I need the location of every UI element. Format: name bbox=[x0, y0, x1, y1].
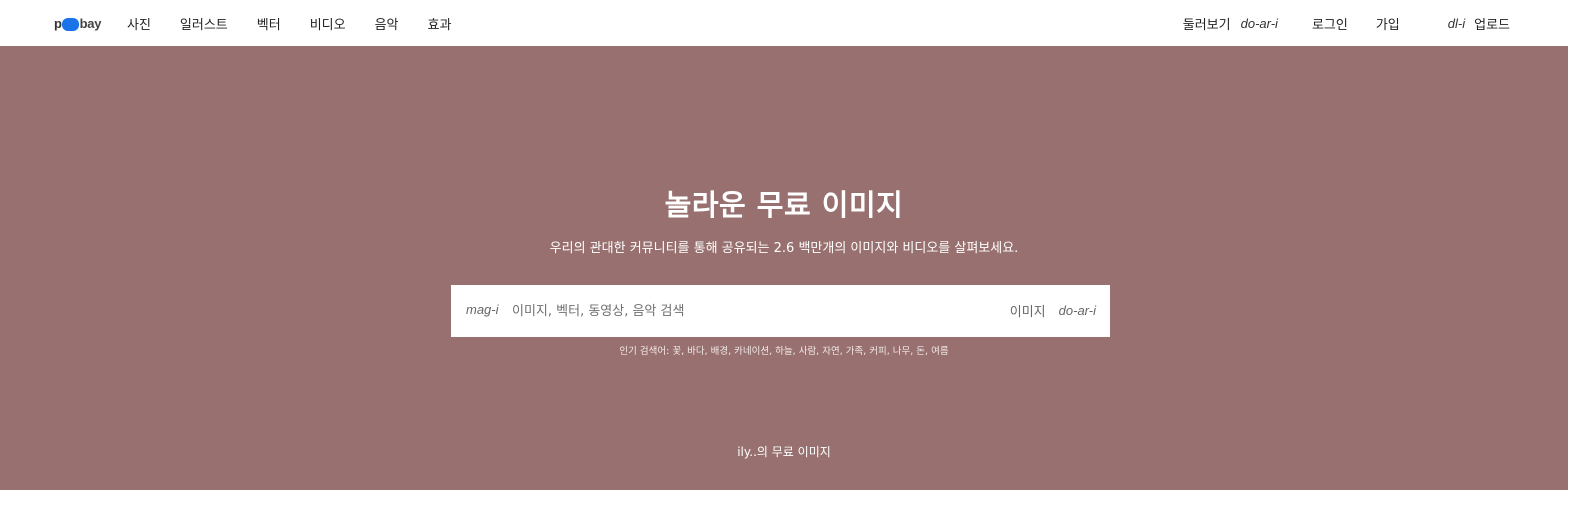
top-navigation-bar: p bay 사진 일러스트 벡터 비디오 음악 효과 둘러보기 do-ar-i 로… bbox=[0, 0, 1583, 46]
search-type-label: 이미지 bbox=[1009, 305, 1046, 320]
explore-menu-button[interactable]: 둘러보기 do-ar-i bbox=[1183, 14, 1278, 33]
join-link[interactable]: 가입 bbox=[1376, 14, 1400, 33]
search-icon[interactable]: mag-i bbox=[466, 302, 499, 317]
media-type-nav: 사진 일러스트 벡터 비디오 음악 효과 bbox=[127, 0, 480, 46]
upload-button[interactable]: dl-i 업로드 bbox=[1448, 14, 1510, 33]
explore-label: 둘러보기 bbox=[1182, 17, 1231, 33]
search-bar: mag-i 이미지 do-ar-i bbox=[451, 285, 1110, 337]
logo-text-start: p bbox=[54, 15, 62, 31]
logo-mark-icon bbox=[61, 17, 79, 31]
nav-vectors-link[interactable]: 벡터 bbox=[257, 14, 281, 33]
search-input[interactable] bbox=[512, 298, 982, 324]
logo-text-end: bay bbox=[79, 15, 102, 31]
popular-searches[interactable]: 인기 검색어: 꽃, 바다, 배경, 카네이션, 하늘, 사람, 자연, 가족,… bbox=[0, 343, 1568, 357]
upload-label: 업로드 bbox=[1474, 17, 1510, 33]
account-nav: 둘러보기 do-ar-i 로그인 가입 dl-i 업로드 bbox=[1183, 0, 1510, 46]
chevron-down-icon: do-ar-i bbox=[1240, 15, 1278, 31]
search-type-dropdown[interactable]: 이미지 do-ar-i bbox=[1010, 301, 1096, 320]
nav-videos-link[interactable]: 비디오 bbox=[310, 14, 346, 33]
hero-title: 놀라운 무료 이미지 bbox=[664, 188, 904, 222]
nav-illustrations-link[interactable]: 일러스트 bbox=[180, 14, 228, 33]
hero-subtitle: 우리의 관대한 커뮤니티를 통해 공유되는 2.6 백만개의 이미지와 비디오를… bbox=[549, 241, 1019, 256]
nav-music-link[interactable]: 음악 bbox=[375, 14, 399, 33]
login-link[interactable]: 로그인 bbox=[1312, 14, 1348, 33]
hero-banner: 놀라운 무료 이미지 우리의 관대한 커뮤니티를 통해 공유되는 2.6 백만개… bbox=[0, 46, 1568, 490]
upload-icon: dl-i bbox=[1447, 15, 1466, 31]
nav-photos-link[interactable]: 사진 bbox=[127, 14, 151, 33]
scrollbar-gutter bbox=[1568, 46, 1583, 490]
pixabay-logo[interactable]: p bay bbox=[54, 14, 101, 32]
image-credit-link[interactable]: ily..의 무료 이미지 bbox=[0, 443, 1568, 460]
nav-sound-effects-link[interactable]: 효과 bbox=[428, 14, 452, 33]
chevron-down-icon: do-ar-i bbox=[1058, 303, 1096, 318]
